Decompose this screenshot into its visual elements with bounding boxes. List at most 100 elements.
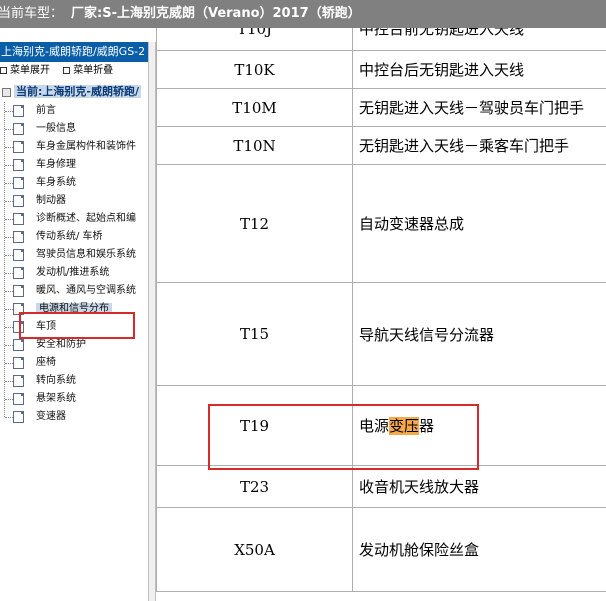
table-row: T10K 中控台后无钥匙进入天线 — [156, 50, 606, 89]
tree-item[interactable]: 发动机/推进系统 — [0, 264, 148, 282]
tree-item-label: 前言 — [36, 105, 56, 116]
document-icon — [13, 213, 24, 225]
component-description: 中控台前无钥匙进入天线 — [352, 28, 606, 51]
document-icon — [13, 375, 24, 387]
table-row: T10J 中控台前无钥匙进入天线 — [156, 28, 606, 51]
component-table-pane: T10J 中控台前无钥匙进入天线 T10K 中控台后无钥匙进入天线 T10M 无钥匙进入天… — [156, 28, 606, 601]
document-icon — [13, 393, 24, 405]
tree-item-label: 变速器 — [36, 411, 66, 422]
tree-connector — [5, 147, 13, 148]
tree-connector — [5, 363, 13, 364]
expand-icon — [0, 66, 7, 74]
tree-item[interactable]: 前言 — [0, 102, 148, 120]
tree-item-label: 车身修理 — [36, 159, 76, 170]
tree-item[interactable]: 转向系统 — [0, 372, 148, 390]
tree-connector — [5, 273, 13, 274]
tree-item[interactable]: 座椅 — [0, 354, 148, 372]
component-code: T10J — [156, 28, 353, 51]
pane-splitter[interactable] — [148, 42, 156, 601]
tree-item-label: 制动器 — [36, 195, 66, 206]
tree-toolbar: 菜单展开 菜单折叠 — [0, 62, 148, 80]
tree-item[interactable]: 诊断概述、起始点和编 — [0, 210, 148, 228]
tree-item[interactable]: 暖风、通风与空调系统 — [0, 282, 148, 300]
tree-item-label: 驾驶员信息和娱乐系统 — [36, 249, 136, 260]
document-icon — [13, 105, 24, 117]
tree-connector — [5, 309, 13, 310]
document-icon — [13, 195, 24, 207]
tree-item-label: 座椅 — [36, 357, 56, 368]
table-row: T12 自动变速器总成 — [156, 164, 606, 283]
tree-item[interactable]: 车身系统 — [0, 174, 148, 192]
tree-connector — [5, 381, 13, 382]
component-description: 发动机舱保险丝盒 — [352, 507, 606, 592]
expand-menu-label: 菜单展开 — [10, 65, 50, 76]
component-description: 无钥匙进入天线－驾驶员车门把手 — [352, 88, 606, 127]
tree-item[interactable]: 悬架系统 — [0, 390, 148, 408]
table-row: T10N 无钥匙进入天线－乘客车门把手 — [156, 126, 606, 165]
document-icon — [13, 249, 24, 261]
collapse-icon — [63, 66, 71, 74]
tree-item[interactable]: 传动系统/ 车桥 — [0, 228, 148, 246]
tree-item-label: 暖风、通风与空调系统 — [36, 285, 136, 296]
tree-connector — [5, 417, 13, 418]
current-model-label: 当前车型： — [0, 6, 64, 21]
component-code: T15 — [156, 282, 353, 386]
book-icon — [2, 87, 11, 97]
component-description: 自动变速器总成 — [352, 164, 606, 283]
component-code: T10N — [156, 126, 353, 165]
table-row: T15 导航天线信号分流器 — [156, 282, 606, 386]
component-description: 无钥匙进入天线－乘客车门把手 — [352, 126, 606, 165]
document-icon — [13, 267, 24, 279]
document-icon — [13, 177, 24, 189]
table-row: T23 收音机天线放大器 — [156, 465, 606, 508]
current-model-value: 厂家:S-上海别克威朗（Verano）2017（轿跑） — [71, 6, 361, 21]
document-icon — [13, 357, 24, 369]
tree-item-label: 一般信息 — [36, 123, 76, 134]
table-row: T10M 无钥匙进入天线－驾驶员车门把手 — [156, 88, 606, 127]
component-description: 收音机天线放大器 — [352, 465, 606, 508]
component-code: T12 — [156, 164, 353, 283]
document-icon — [13, 411, 24, 423]
tree-item[interactable]: 变速器 — [0, 408, 148, 426]
component-code: X50A — [156, 507, 353, 592]
tree-item-label: 悬架系统 — [36, 393, 76, 404]
component-description: 中控台后无钥匙进入天线 — [352, 50, 606, 89]
tree: 前言一般信息车身金属构件和装饰件 车身修理车身系统制动器诊断概述、起始点和编 传动系… — [0, 102, 148, 426]
document-icon — [13, 141, 24, 153]
tree-item-label: 车身金属构件和装饰件 — [36, 141, 136, 152]
document-icon — [13, 285, 24, 297]
expand-menu-button[interactable]: 菜单展开 — [0, 62, 50, 80]
collapse-menu-button[interactable]: 菜单折叠 — [63, 62, 113, 80]
document-icon — [13, 159, 24, 171]
tree-connector — [5, 165, 13, 166]
document-icon — [13, 123, 24, 135]
tree-connector — [5, 345, 13, 346]
tree-item-label: 车身系统 — [36, 177, 76, 188]
table-row: X50A 发动机舱保险丝盒 — [156, 507, 606, 592]
document-icon — [13, 339, 24, 351]
panel-header: 上海别克-威朗轿跑/威朗GS-2 — [0, 42, 148, 62]
tree-connector — [5, 183, 13, 184]
component-table: T10J 中控台前无钥匙进入天线 T10K 中控台后无钥匙进入天线 T10M 无钥匙进入天… — [156, 28, 606, 592]
tree-connector — [5, 255, 13, 256]
collapse-menu-label: 菜单折叠 — [73, 65, 114, 76]
tree-item[interactable]: 车身修理 — [0, 156, 148, 174]
annotation-box-tree — [19, 312, 135, 339]
component-code: T10K — [156, 50, 353, 89]
tree-root[interactable]: 当前:上海别克-威朗轿跑/ — [0, 82, 148, 102]
tree-item[interactable]: 驾驶员信息和娱乐系统 — [0, 246, 148, 264]
tree-connector — [5, 237, 13, 238]
tree-item-label: 安全和防护 — [36, 339, 86, 350]
tree-connector — [5, 201, 13, 202]
tree-item[interactable]: 一般信息 — [0, 120, 148, 138]
tree-connector — [5, 327, 13, 328]
tree-item[interactable]: 车身金属构件和装饰件 — [0, 138, 148, 156]
component-code: T10M — [156, 88, 353, 127]
tree-connector — [5, 399, 13, 400]
title-bar: 当前车型： 厂家:S-上海别克威朗（Verano）2017（轿跑） — [0, 0, 606, 28]
tree-item-label: 发动机/推进系统 — [36, 267, 110, 278]
tree-item-label: 转向系统 — [36, 375, 76, 386]
component-description: 导航天线信号分流器 — [352, 282, 606, 386]
tree-item[interactable]: 制动器 — [0, 192, 148, 210]
tree-connector — [5, 291, 13, 292]
